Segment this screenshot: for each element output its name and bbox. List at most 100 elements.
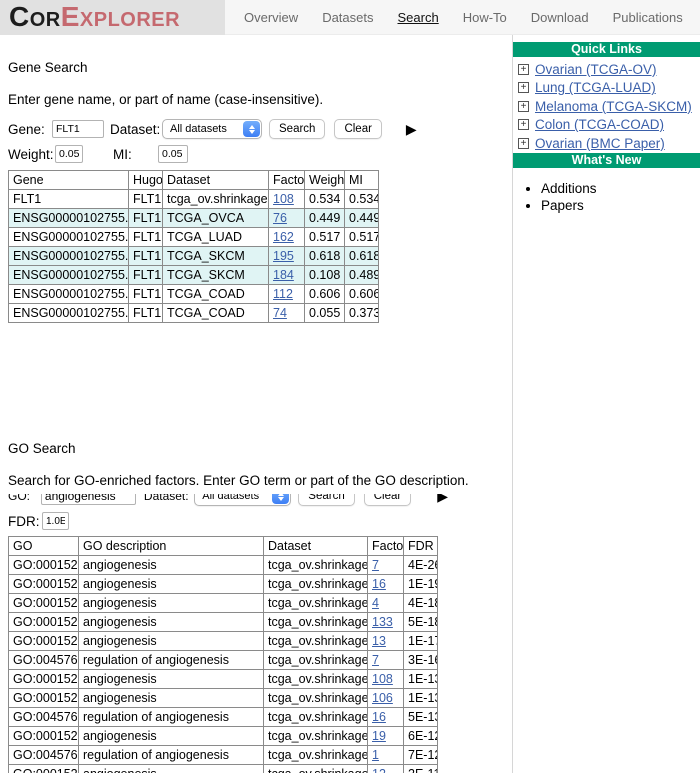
go-description-cell: regulation of angiogenesis [79,651,264,670]
factor-cell: 12 [368,765,404,773]
gene-input[interactable] [52,120,104,138]
nav-item-publications[interactable]: Publications [613,10,683,25]
factor-link[interactable]: 108 [372,672,393,686]
factor-link[interactable]: 106 [372,691,393,705]
quick-link-row: + Ovarian (BMC Paper) [518,134,700,153]
hugo-cell: FLT1 [129,228,163,247]
go-search-expand-arrow-icon[interactable]: ▶ [437,494,448,503]
main-content: Gene Search Enter gene name, or part of … [0,35,512,773]
factor-link[interactable]: 112 [273,287,293,301]
tree-expand-icon[interactable]: + [518,138,529,149]
quick-link-row: + Ovarian (TCGA-OV) [518,60,700,79]
dataset-cell: tcga_ov.shrinkage2 [264,632,368,651]
sidebar-link[interactable]: Lung (TCGA-LUAD) [535,80,656,95]
table-row: GO:0001525angiogenesistcga_ov.shrinkage2… [9,727,438,746]
factor-link[interactable]: 19 [372,729,386,743]
factor-link[interactable]: 184 [273,268,294,282]
factor-cell: 106 [368,689,404,708]
factor-link[interactable]: 74 [273,306,287,320]
weight-cell: 0.517 [305,228,345,247]
go-id-cell: GO:0001525 [9,632,79,651]
factor-link[interactable]: 133 [372,615,393,629]
mi-input[interactable] [158,145,188,163]
factor-link[interactable]: 16 [372,577,386,591]
table-row: ENSG00000102755.9FLT1TCGA_COAD1120.6060.… [9,285,379,304]
sidebar-link[interactable]: Ovarian (BMC Paper) [535,136,665,151]
app-logo[interactable]: CorExplorer [0,0,225,35]
gene-clear-button[interactable]: Clear [334,119,381,139]
table-row: ENSG00000102755.9FLT1TCGA_COAD740.0550.3… [9,304,379,323]
go-id-cell: GO:0001525 [9,556,79,575]
fdr-input[interactable] [42,512,69,530]
gene-cell: ENSG00000102755.9 [9,285,129,304]
factor-link[interactable]: 108 [273,192,294,206]
tree-expand-icon[interactable]: + [518,119,529,130]
go-dataset-select[interactable]: All datasets [194,494,291,506]
tree-expand-icon[interactable]: + [518,101,529,112]
go-id-cell: GO:0001525 [9,765,79,773]
tree-expand-icon[interactable]: + [518,64,529,75]
fdr-cell: 4E-18 [404,594,438,613]
go-description-cell: angiogenesis [79,594,264,613]
factor-link[interactable]: 7 [372,558,379,572]
go-id-cell: GO:0001525 [9,594,79,613]
dataset-cell: tcga_ov.shrinkage2 [264,594,368,613]
factor-link[interactable]: 12 [372,767,386,773]
factor-cell: 7 [368,651,404,670]
go-description-cell: angiogenesis [79,689,264,708]
factor-link[interactable]: 4 [372,596,379,610]
factor-link[interactable]: 16 [372,710,386,724]
nav-item-overview[interactable]: Overview [244,10,298,25]
factor-link[interactable]: 162 [273,230,294,244]
go-description-cell: angiogenesis [79,727,264,746]
dataset-cell: tcga_ov.shrinkage2 [264,556,368,575]
go-description-cell: regulation of angiogenesis [79,708,264,727]
table-row: GO:0001525angiogenesistcga_ov.shrinkage2… [9,613,438,632]
nav-item-download[interactable]: Download [531,10,589,25]
table-row: FLT1FLT1tcga_ov.shrinkage21080.5340.534 [9,190,379,209]
dataset-cell: TCGA_COAD [163,285,269,304]
go-description-cell: angiogenesis [79,575,264,594]
go-id-cell: GO:0001525 [9,670,79,689]
factor-link[interactable]: 1 [372,748,379,762]
quick-link-row: + Melanoma (TCGA-SKCM) [518,97,700,116]
tree-expand-icon[interactable]: + [518,82,529,93]
mi-cell: 0.449 [345,209,379,228]
weight-input[interactable] [55,145,83,163]
go-search-button[interactable]: Search [298,494,354,506]
nav-item-search[interactable]: Search [398,10,439,25]
weight-cell: 0.449 [305,209,345,228]
hugo-col-header: Hugo [129,171,163,190]
gene-cell: ENSG00000102755.9 [9,209,129,228]
sidebar-link[interactable]: Ovarian (TCGA-OV) [535,62,657,77]
factor-link[interactable]: 76 [273,211,287,225]
nav-item-howto[interactable]: How-To [463,10,507,25]
mi-cell: 0.517 [345,228,379,247]
go-description-cell: angiogenesis [79,556,264,575]
factor-link[interactable]: 195 [273,249,294,263]
hugo-cell: FLT1 [129,285,163,304]
nav-item-datasets[interactable]: Datasets [322,10,373,25]
gene-search-button[interactable]: Search [269,119,325,139]
table-row: ENSG00000102755.9FLT1TCGA_LUAD1620.5170.… [9,228,379,247]
gene-dataset-select[interactable]: All datasets [162,119,262,139]
sidebar-link[interactable]: Colon (TCGA-COAD) [535,117,664,132]
gene-search-expand-arrow-icon[interactable]: ▶ [406,122,417,136]
dataset-cell: tcga_ov.shrinkage2 [264,670,368,689]
go-input[interactable] [41,494,136,505]
factor-link[interactable]: 7 [372,653,379,667]
hugo-cell: FLT1 [129,190,163,209]
factor-link[interactable]: 13 [372,634,386,648]
header: CorExplorer Overview Datasets Search How… [0,0,700,35]
sidebar-link[interactable]: Melanoma (TCGA-SKCM) [535,99,692,114]
go-id-cell: GO:0045765 [9,708,79,727]
go-label: GO: [8,494,41,503]
go-clear-button[interactable]: Clear [364,494,411,506]
weight-label: Weight: [8,147,55,162]
mi-cell: 0.618 [345,247,379,266]
factor-cell: 1 [368,746,404,765]
factor-cell: 112 [269,285,305,304]
fdr-cell: 3E-16 [404,651,438,670]
go-id-cell: GO:0045765 [9,651,79,670]
factor-cell: 133 [368,613,404,632]
